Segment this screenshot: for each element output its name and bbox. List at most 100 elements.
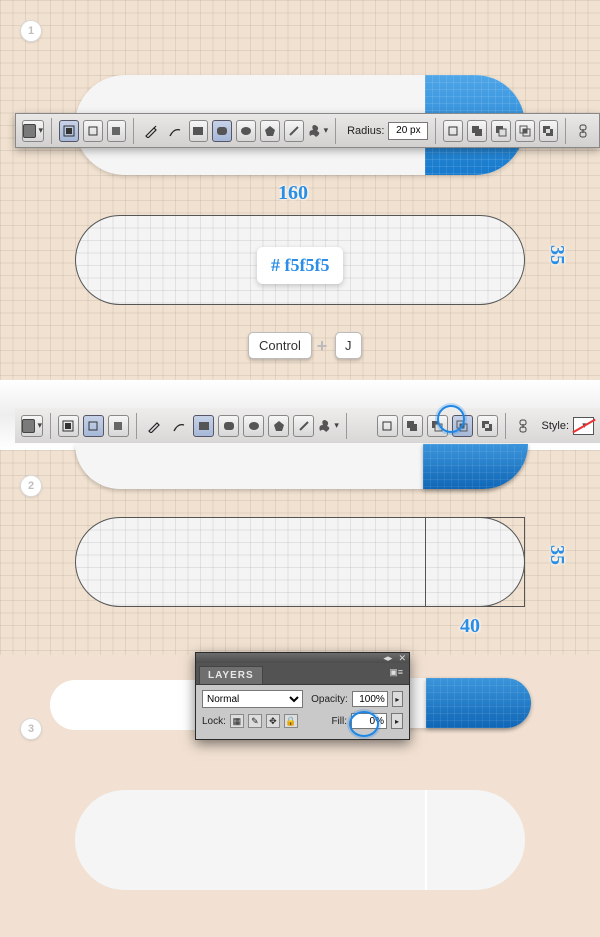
path-mode-button[interactable] [83, 120, 103, 142]
highlight-ring-intersect [437, 405, 465, 433]
panel-menu-icon[interactable]: ▣≡ [383, 663, 409, 682]
swatch-icon [22, 419, 35, 433]
panel-header: ◂▸ ✕ [196, 653, 409, 663]
path-op-new-button[interactable] [443, 120, 463, 142]
link-icon [578, 124, 588, 138]
custom-shape-icon [308, 124, 322, 138]
lock-image-button[interactable]: ✎ [248, 714, 262, 728]
fill-pixels-mode-button[interactable] [108, 415, 129, 437]
link-styles-button[interactable] [513, 415, 534, 437]
freeform-pen-icon [172, 419, 186, 433]
toolbar-separator [133, 118, 134, 144]
toolbar-separator [51, 118, 52, 144]
plus-icon: + [313, 337, 331, 355]
path-new-icon [447, 125, 459, 137]
pen-tool-button[interactable] [144, 415, 165, 437]
capsule-final [75, 790, 525, 890]
capsule-divider-line [425, 790, 427, 890]
shape-layer-mode-button[interactable] [58, 415, 79, 437]
path-op-add-button[interactable] [402, 415, 423, 437]
radius-label: Radius: [347, 125, 384, 137]
layers-tab[interactable]: LAYERS [199, 666, 263, 684]
fill-flyout-button[interactable]: ▸ [391, 713, 403, 729]
custom-shape-tool-button[interactable] [308, 120, 329, 142]
key-j: J [335, 332, 362, 359]
path-add-icon [406, 420, 418, 432]
shape-layers-dropdown[interactable] [22, 120, 44, 142]
anno-height-35a: 35 [545, 245, 568, 265]
tutorial-composite: 1 Radius: 160 35 # f5f5f5 Control + J [0, 0, 600, 937]
blend-mode-select[interactable]: Normal [202, 690, 303, 708]
pen-icon [147, 419, 161, 433]
fill-label: Fill: [331, 716, 347, 727]
anno-color-box: # f5f5f5 [257, 247, 343, 284]
rounded-rect-icon [223, 420, 235, 432]
fill-pixels-icon [112, 420, 124, 432]
custom-shape-tool-button[interactable] [318, 415, 339, 437]
path-mode-icon [87, 125, 99, 137]
path-op-new-button[interactable] [377, 415, 398, 437]
panel-body: Normal Opacity: ▸ Lock: ▦ ✎ ✥ 🔒 Fill: ▸ [196, 684, 409, 739]
fill-pixels-mode-button[interactable] [107, 120, 127, 142]
rect-icon [192, 125, 204, 137]
style-swatch-none[interactable] [573, 417, 594, 435]
rectangle-tool-button[interactable] [189, 120, 209, 142]
polygon-icon [273, 420, 285, 432]
ellipse-tool-button[interactable] [236, 120, 256, 142]
ellipse-tool-button[interactable] [243, 415, 264, 437]
custom-shape-icon [318, 419, 332, 433]
radius-input[interactable] [388, 122, 428, 140]
freeform-pen-icon [168, 124, 182, 138]
swatch-icon [23, 124, 36, 138]
freeform-pen-button[interactable] [165, 120, 185, 142]
toolbar-separator [435, 118, 436, 144]
capsule-step3a-blue [426, 678, 531, 728]
path-op-exclude-button[interactable] [539, 120, 559, 142]
anno-width-160: 160 [278, 182, 308, 205]
rectangle-tool-button[interactable] [193, 415, 214, 437]
shape-layer-icon [63, 125, 75, 137]
path-op-subtract-button[interactable] [491, 120, 511, 142]
path-sub-icon [495, 125, 507, 137]
rect-icon [198, 420, 210, 432]
opacity-input[interactable] [352, 691, 388, 707]
shape-layer-mode-button[interactable] [59, 120, 79, 142]
path-op-add-button[interactable] [467, 120, 487, 142]
polygon-tool-button[interactable] [268, 415, 289, 437]
key-control: Control [248, 332, 312, 359]
path-op-intersect-button[interactable] [515, 120, 535, 142]
path-new-icon [381, 420, 393, 432]
rounded-rect-tool-button[interactable] [212, 120, 232, 142]
lock-position-button[interactable]: ✥ [266, 714, 280, 728]
panel-close-icon[interactable]: ✕ [398, 653, 406, 664]
lock-transparency-button[interactable]: ▦ [230, 714, 244, 728]
step-badge-3: 3 [20, 718, 42, 740]
pen-tool-button[interactable] [141, 120, 161, 142]
lock-all-button[interactable]: 🔒 [284, 714, 298, 728]
path-int-icon [519, 125, 531, 137]
opacity-label: Opacity: [311, 694, 348, 705]
path-excl-icon [481, 420, 493, 432]
capsule-peek-blue [423, 444, 528, 489]
pen-icon [144, 124, 158, 138]
ellipse-icon [248, 420, 260, 432]
options-toolbar-2: Style: [15, 408, 600, 443]
line-tool-button[interactable] [284, 120, 304, 142]
rounded-rect-icon [216, 125, 228, 137]
shape-layers-dropdown[interactable] [21, 415, 43, 437]
line-tool-button[interactable] [293, 415, 314, 437]
freeform-pen-button[interactable] [169, 415, 190, 437]
polygon-tool-button[interactable] [260, 120, 280, 142]
path-mode-button[interactable] [83, 415, 104, 437]
shape-layer-icon [62, 420, 74, 432]
ellipse-icon [240, 125, 252, 137]
path-op-exclude-button[interactable] [477, 415, 498, 437]
line-icon [298, 420, 310, 432]
opacity-flyout-button[interactable]: ▸ [392, 691, 403, 707]
rounded-rect-tool-button[interactable] [218, 415, 239, 437]
link-icon [518, 419, 528, 433]
link-styles-button[interactable] [573, 120, 593, 142]
path-excl-icon [542, 125, 554, 137]
panel-collapse-icon[interactable]: ◂▸ [383, 653, 392, 664]
polygon-icon [264, 125, 276, 137]
